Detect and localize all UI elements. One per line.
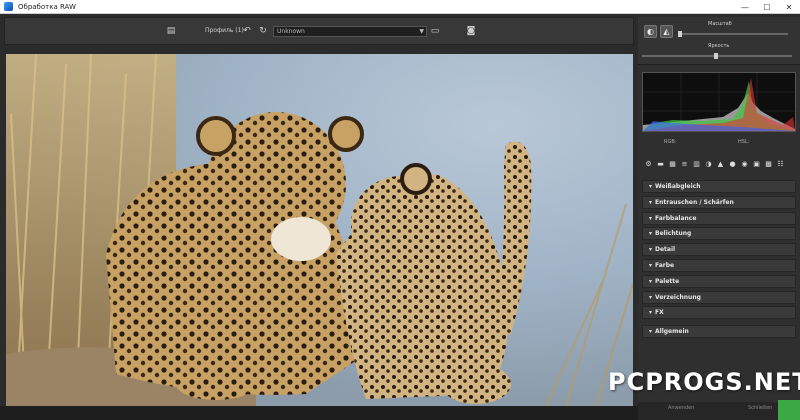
apply-button[interactable]: Anwenden (668, 405, 694, 411)
zoom-slider[interactable] (678, 33, 788, 35)
section-fx[interactable]: ▾ FX (642, 306, 796, 320)
histogram (642, 72, 796, 132)
watermark: PCPROGS.NET (608, 368, 800, 396)
color-icon[interactable]: ● (728, 160, 737, 169)
settings-icon[interactable]: ⚙ (644, 160, 653, 169)
camera-icon[interactable]: ▣ (752, 160, 761, 169)
film-icon[interactable]: ▥ (692, 160, 701, 169)
undo-icon[interactable]: ↶ (241, 25, 253, 37)
color-readout: RGB: HSL: (642, 137, 796, 147)
adjustment-sections: ▾ Weißabgleich ▾ Entrauschen / Schärfen ▾ F… (642, 180, 796, 341)
tool-icons: ⚙ ▬ ▦ ≡ ▥ ◑ ▲ ● ◉ ▣ ▩ ☷ (638, 157, 800, 171)
close-button[interactable]: ✕ (778, 0, 800, 14)
section-distortion[interactable]: ▾ Verzeichnung (642, 290, 796, 304)
section-white-balance[interactable]: ▾ Weißabgleich (642, 180, 796, 193)
title-bar: Обработка RAW — ☐ ✕ (0, 0, 800, 14)
export-icon[interactable]: ▤ (165, 25, 177, 37)
leopard-photo (6, 54, 633, 406)
histogram-graph (643, 73, 795, 131)
brush-icon[interactable]: ▬ (656, 160, 665, 169)
toolbar: ▤ Профиль (1) ↶ ↻ Unknown ▼ ▭ ◙ (4, 17, 634, 45)
snapshot-icon[interactable]: ◙ (465, 25, 477, 37)
brightness-slider-thumb[interactable] (714, 53, 718, 59)
preview-image (6, 54, 633, 406)
adjustments-panel: ◐ ◭ Масштаб Яркость RGB: HSL: ⚙ ▬ ▦ ≡ ▥ … (638, 17, 800, 420)
redo-icon[interactable]: ↻ (257, 25, 269, 37)
save-profile-icon[interactable]: ▭ (429, 25, 441, 37)
rgb-label: RGB: (664, 139, 677, 145)
panel-footer: Anwenden Schließen (638, 402, 800, 420)
fit-view-icon[interactable]: ◐ (644, 25, 657, 38)
chevron-down-icon: ▼ (419, 28, 424, 35)
section-palette[interactable]: ▾ Palette (642, 274, 796, 288)
hsl-label: HSL: (738, 139, 750, 145)
zoom-label: Масштаб (708, 21, 732, 27)
section-exposure[interactable]: ▾ Belichtung (642, 227, 796, 241)
profile-select-value: Unknown (277, 28, 305, 35)
sharpen-icon[interactable]: ▲ (716, 160, 725, 169)
window-title: Обработка RAW (18, 2, 76, 11)
lens-icon[interactable]: ◉ (740, 160, 749, 169)
section-color[interactable]: ▾ Farbe (642, 258, 796, 272)
export-settings-icon[interactable]: ☷ (776, 160, 785, 169)
mask-icon[interactable]: ▩ (764, 160, 773, 169)
profile-label: Профиль (1) (205, 27, 244, 34)
contrast-icon[interactable]: ◑ (704, 160, 713, 169)
profile-select[interactable]: Unknown ▼ (273, 26, 427, 37)
brightness-label: Яркость (708, 43, 730, 49)
section-detail[interactable]: ▾ Detail (642, 243, 796, 257)
zoom-slider-thumb[interactable] (678, 31, 682, 37)
compare-icon[interactable]: ◭ (660, 25, 673, 38)
minimize-button[interactable]: — (734, 0, 756, 14)
confirm-button[interactable] (778, 400, 800, 420)
view-controls: ◐ ◭ Масштаб Яркость (638, 17, 800, 65)
close-panel-button[interactable]: Schließen (748, 405, 772, 411)
section-denoise-sharpen[interactable]: ▾ Entrauschen / Schärfen (642, 195, 796, 209)
maximize-button[interactable]: ☐ (756, 0, 778, 14)
section-general[interactable]: ▾ Allgemein (642, 325, 796, 339)
gradient-icon[interactable]: ▦ (668, 160, 677, 169)
section-color-balance[interactable]: ▾ Farbbalance (642, 211, 796, 225)
levels-icon[interactable]: ≡ (680, 160, 689, 169)
app-icon (4, 2, 13, 11)
